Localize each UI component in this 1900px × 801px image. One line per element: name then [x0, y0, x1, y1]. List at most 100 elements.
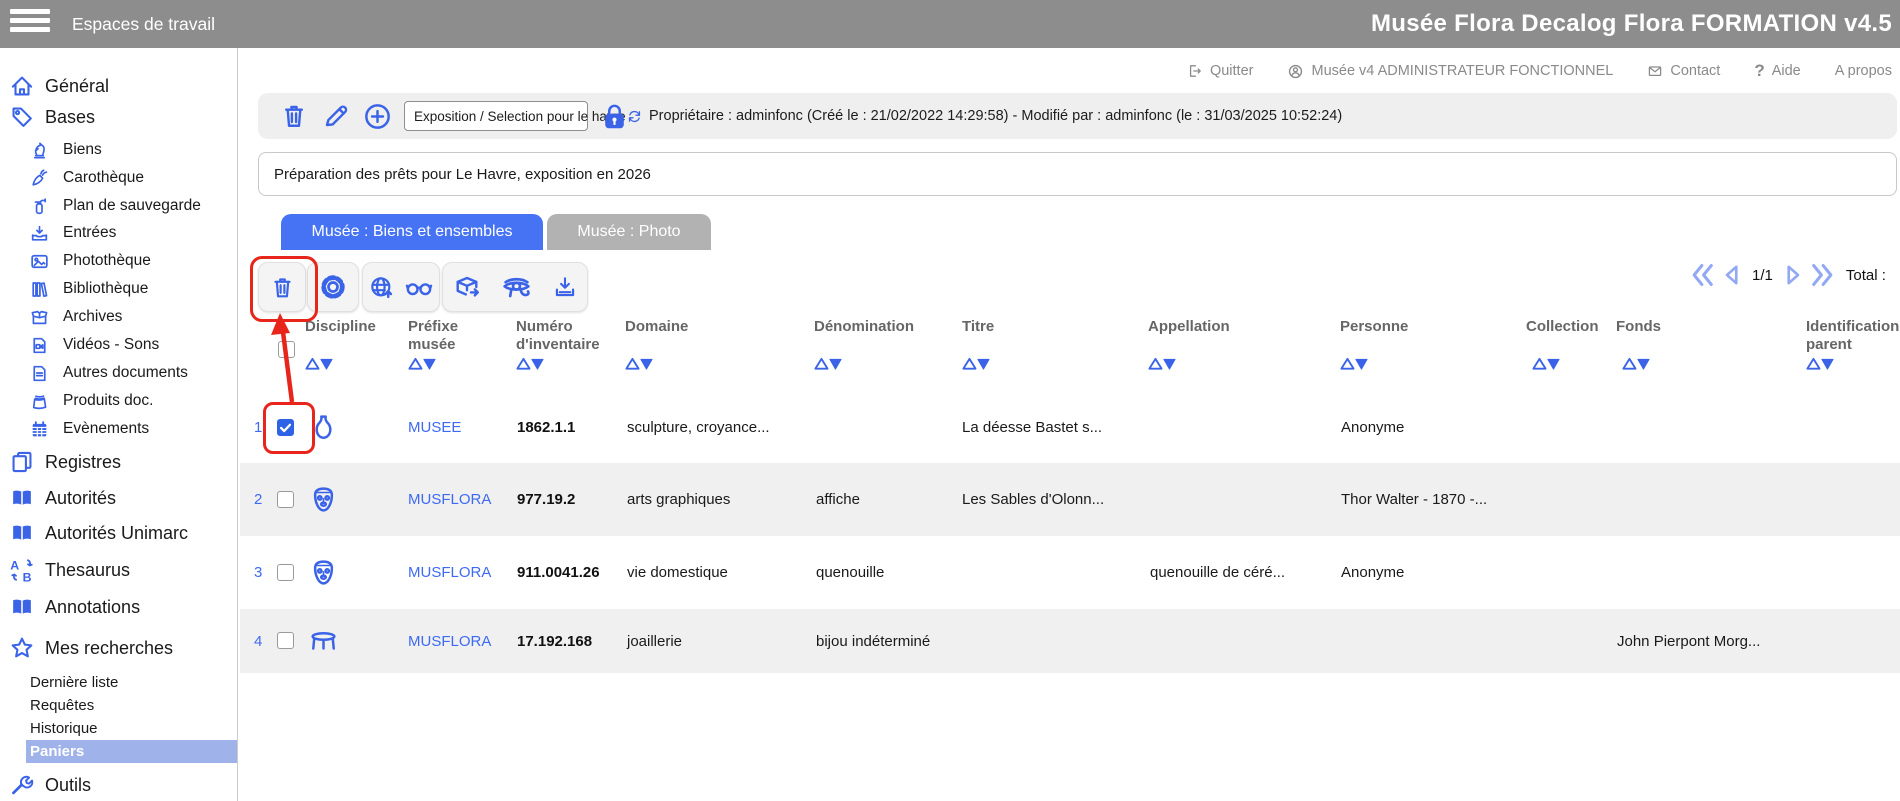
- sidebar-item-archives[interactable]: Archives: [28, 305, 122, 329]
- cell-domaine: vie domestique: [627, 536, 807, 609]
- wrench-icon: [8, 772, 35, 799]
- cell-numero: 17.192.168: [517, 609, 622, 673]
- sidebar-item-plan-de-sauvegarde[interactable]: Plan de sauvegarde: [28, 194, 201, 218]
- last-page-icon[interactable]: [1809, 262, 1835, 288]
- sidebar-item-videos-sons[interactable]: Vidéos - Sons: [28, 333, 159, 357]
- sidebar-item-requetes[interactable]: Requêtes: [26, 694, 237, 717]
- sidebar-item-label: Mes recherches: [45, 638, 173, 659]
- add-basket-icon[interactable]: [362, 101, 393, 132]
- quit-link[interactable]: Quitter: [1187, 63, 1254, 79]
- row-checkbox[interactable]: [277, 419, 294, 436]
- sort-arrows-icon-identification-parent[interactable]: [1806, 357, 1834, 371]
- sidebar-item-registres[interactable]: Registres: [8, 447, 121, 477]
- sidebar-item-bibliotheque[interactable]: Bibliothèque: [28, 277, 148, 301]
- trash-icon[interactable]: [269, 274, 296, 301]
- delete-basket-icon[interactable]: [278, 101, 309, 132]
- sort-arrows-icon-domaine[interactable]: [625, 357, 653, 371]
- app-title: Musée Flora Decalog Flora FORMATION v4.5: [1371, 0, 1892, 48]
- sort-arrows-icon-denomination[interactable]: [814, 357, 842, 371]
- sidebar-item-annotations[interactable]: Annotations: [8, 592, 140, 622]
- action-button-gear[interactable]: [307, 262, 359, 312]
- glasses-icon[interactable]: [404, 272, 434, 302]
- column-header-identification-parent: Identification parent: [1806, 318, 1900, 354]
- cell-prefix[interactable]: MUSFLORA: [408, 463, 508, 536]
- first-page-icon[interactable]: [1690, 262, 1716, 288]
- sidebar-item-evenements[interactable]: Evènements: [28, 417, 149, 441]
- cell-num[interactable]: 4: [254, 609, 276, 673]
- help-link[interactable]: ?Aide: [1754, 61, 1800, 81]
- sort-arrows-icon-personne[interactable]: [1340, 357, 1368, 371]
- sidebar-item-label: Historique: [30, 720, 98, 737]
- sort-arrows-icon-titre[interactable]: [962, 357, 990, 371]
- sidebar-item-label: Outils: [45, 775, 91, 796]
- current-user[interactable]: Musée v4 ADMINISTRATEUR FONCTIONNEL: [1287, 63, 1613, 80]
- cell-domaine: arts graphiques: [627, 463, 807, 536]
- sidebar-item-general[interactable]: Général: [8, 71, 109, 101]
- about-link[interactable]: A propos: [1835, 63, 1892, 79]
- next-page-icon[interactable]: [1780, 263, 1804, 287]
- cell-prefix[interactable]: MUSFLORA: [408, 609, 508, 673]
- sidebar-item-label: Carothèque: [63, 169, 144, 187]
- action-button-trash[interactable]: [258, 262, 306, 312]
- sidebar-item-autres-documents[interactable]: Autres documents: [28, 361, 188, 385]
- sidebar-item-outils[interactable]: Outils: [8, 770, 91, 800]
- lock-icon[interactable]: [599, 101, 630, 132]
- sidebar-item-mes-recherches[interactable]: Mes recherches: [8, 633, 173, 663]
- sort-arrows-icon-numero-d-inventaire[interactable]: [516, 357, 544, 371]
- basket-description-field[interactable]: Préparation des prêts pour Le Havre, exp…: [258, 152, 1897, 196]
- sidebar-item-label: Bases: [45, 107, 95, 128]
- globe-up-icon[interactable]: [368, 274, 395, 301]
- basket-selector[interactable]: Exposition / Selection pour le havre: [404, 101, 588, 131]
- column-header-discipline: Discipline: [305, 318, 395, 336]
- sidebar-item-historique[interactable]: Historique: [26, 717, 237, 740]
- sidebar-item-derniere-liste[interactable]: Dernière liste: [26, 671, 237, 694]
- download-icon[interactable]: [552, 274, 578, 300]
- sidebar-item-thesaurus[interactable]: ABThesaurus: [8, 555, 130, 585]
- cell-prefix[interactable]: MUSFLORA: [408, 536, 508, 609]
- cell-num[interactable]: 3: [254, 536, 276, 609]
- cell-prefix[interactable]: MUSEE: [408, 392, 508, 463]
- cell-appellation: quenouille de céré...: [1150, 536, 1335, 609]
- row-checkbox[interactable]: [277, 632, 294, 649]
- edit-basket-icon[interactable]: [320, 101, 351, 132]
- sort-arrows-icon-fonds[interactable]: [1622, 357, 1650, 371]
- action-button-globe-up-glasses[interactable]: [362, 262, 440, 312]
- sidebar-item-carotheque[interactable]: Carothèque: [28, 166, 144, 190]
- box-export-icon[interactable]: [452, 272, 482, 302]
- home-icon: [8, 73, 35, 100]
- sidebar-item-label: Général: [45, 76, 109, 97]
- open-book-icon: [8, 520, 35, 547]
- extinguisher-icon: [28, 195, 50, 217]
- sidebar-item-entrees[interactable]: Entrées: [28, 221, 116, 245]
- registres-icon: [8, 449, 35, 476]
- contact-link[interactable]: Contact: [1647, 63, 1720, 79]
- sidebar-item-autorites-unimarc[interactable]: Autorités Unimarc: [8, 518, 188, 548]
- sidebar-item-label: Biens: [63, 141, 102, 159]
- hamburger-menu-icon[interactable]: [10, 9, 50, 37]
- cell-titre: La déesse Bastet s...: [962, 392, 1142, 463]
- row-checkbox[interactable]: [277, 564, 294, 581]
- gear-icon[interactable]: [318, 272, 348, 302]
- sort-az-icon: AB: [8, 557, 35, 584]
- eye-horus-icon[interactable]: [500, 271, 533, 304]
- sort-arrows-icon-appellation[interactable]: [1148, 357, 1176, 371]
- sidebar-item-label: Registres: [45, 452, 121, 473]
- sort-arrows-icon-prefixe-musee[interactable]: [408, 357, 436, 371]
- sidebar-item-phototheque[interactable]: Photothèque: [28, 249, 151, 273]
- sidebar-item-produits-doc[interactable]: Produits doc.: [28, 389, 153, 413]
- previous-page-icon[interactable]: [1721, 263, 1745, 287]
- tab-biens-et-ensembles[interactable]: Musée : Biens et ensembles: [281, 214, 543, 250]
- cell-num[interactable]: 2: [254, 463, 276, 536]
- tab-photo[interactable]: Musée : Photo: [547, 214, 711, 250]
- action-button-box-export-eye-horus-download[interactable]: [442, 262, 588, 312]
- sidebar-item-paniers[interactable]: Paniers: [26, 740, 237, 763]
- sidebar-item-autorites[interactable]: Autorités: [8, 483, 116, 513]
- row-checkbox[interactable]: [277, 491, 294, 508]
- top-bar: Espaces de travail Musée Flora Decalog F…: [0, 0, 1900, 48]
- sidebar-item-bases[interactable]: Bases: [8, 102, 95, 132]
- sort-arrows-icon-discipline[interactable]: [305, 357, 333, 371]
- sort-arrows-icon-collection[interactable]: [1532, 357, 1560, 371]
- sidebar-item-label: Archives: [63, 308, 122, 326]
- sidebar-item-label: Autorités: [45, 488, 116, 509]
- sidebar-item-biens[interactable]: Biens: [28, 138, 102, 162]
